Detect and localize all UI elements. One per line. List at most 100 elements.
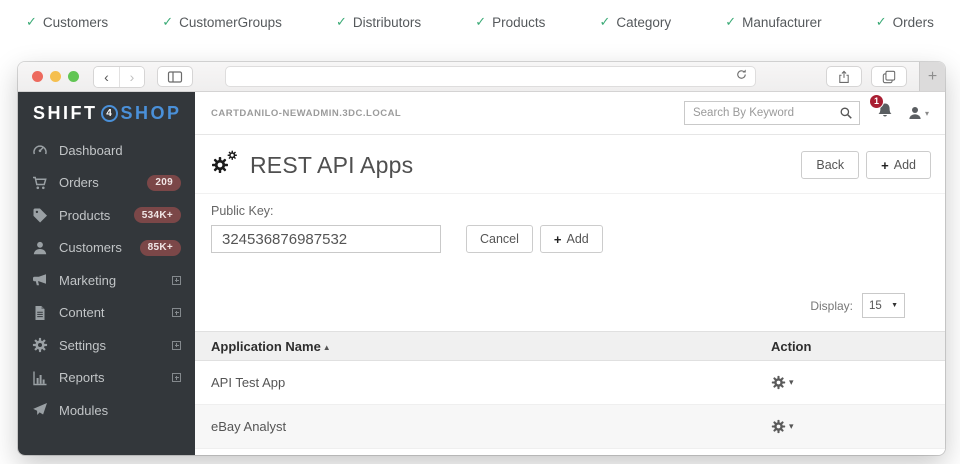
expand-icon[interactable] [172, 308, 181, 317]
check-item-customergroups[interactable]: ✓ CustomerGroups [162, 14, 282, 30]
check-item-distributors[interactable]: ✓ Distributors [336, 14, 421, 30]
public-key-label: Public Key: [211, 204, 929, 218]
back-button[interactable]: Back [801, 151, 859, 179]
column-label: Action [771, 339, 811, 354]
check-item-orders[interactable]: ✓ Orders [876, 14, 934, 30]
row-action-menu[interactable]: ▾ [771, 375, 945, 390]
public-key-input[interactable] [211, 225, 441, 253]
check-icon: ✓ [475, 14, 486, 30]
notifications-bell-icon[interactable]: 1 [876, 102, 894, 125]
keyword-search [684, 101, 860, 125]
nav-buttons: ‹ › [93, 66, 145, 88]
customers-count-badge: 85K+ [140, 240, 181, 256]
sidebar-item-content[interactable]: Content [18, 297, 195, 330]
user-menu[interactable]: ▾ [907, 105, 929, 121]
minimize-window-button[interactable] [50, 71, 61, 82]
add-button-label: Add [894, 158, 916, 172]
check-item-label: Customers [43, 15, 108, 30]
shift4shop-logo[interactable]: SHIFT 4 SHOP [18, 92, 195, 134]
logo-text-shop: SHOP [121, 103, 182, 124]
check-icon: ✓ [725, 14, 736, 30]
add-button[interactable]: + Add [866, 151, 931, 179]
table-row: API Test App ▾ [195, 361, 945, 405]
display-value: 15 [869, 300, 882, 312]
breadcrumb: CARTDANILO-NEWADMIN.3DC.LOCAL [211, 108, 401, 119]
window-controls [32, 71, 79, 82]
sidebar-item-settings[interactable]: Settings [18, 329, 195, 362]
page-title: REST API Apps [250, 152, 413, 179]
cancel-button-label: Cancel [480, 232, 519, 246]
check-item-category[interactable]: ✓ Category [599, 14, 671, 30]
display-select[interactable]: 15 ▼ [862, 293, 905, 318]
table-row: eBay Analyst ▾ [195, 405, 945, 449]
check-item-manufacturer[interactable]: ✓ Manufacturer [725, 14, 821, 30]
products-count-badge: 534K+ [134, 207, 181, 223]
search-icon[interactable] [833, 102, 859, 124]
display-label: Display: [810, 299, 853, 313]
zoom-window-button[interactable] [68, 71, 79, 82]
check-item-customers[interactable]: ✓ Customers [26, 14, 108, 30]
chevron-down-icon: ▾ [925, 109, 929, 118]
browser-window: ‹ › [18, 62, 945, 455]
refresh-icon[interactable] [735, 68, 748, 86]
app-name-cell: API Test App [195, 361, 755, 405]
sidebar-item-label: Products [59, 208, 110, 223]
close-window-button[interactable] [32, 71, 43, 82]
tab-overview-icon[interactable] [871, 66, 907, 87]
check-item-label: Category [616, 15, 671, 30]
new-tab-button[interactable]: + [919, 62, 945, 91]
form-add-button[interactable]: + Add [540, 225, 603, 253]
api-apps-table: Application Name▲ Action API Test App [195, 331, 945, 449]
checklist-strip: ✓ Customers ✓ CustomerGroups ✓ Distribut… [0, 0, 960, 44]
sidebar-item-marketing[interactable]: Marketing [18, 264, 195, 297]
expand-icon[interactable] [172, 341, 181, 350]
display-count-control: Display: 15 ▼ [195, 253, 945, 331]
sidebar-item-label: Orders [59, 175, 99, 190]
check-item-products[interactable]: ✓ Products [475, 14, 545, 30]
check-item-label: Orders [893, 15, 934, 30]
check-icon: ✓ [336, 14, 347, 30]
orders-count-badge: 209 [147, 175, 181, 191]
check-icon: ✓ [876, 14, 887, 30]
sidebar-item-label: Settings [59, 338, 106, 353]
user-icon [907, 105, 923, 121]
sidebar-item-modules[interactable]: Modules [18, 394, 195, 427]
share-icon[interactable] [826, 66, 862, 87]
check-item-label: Distributors [353, 15, 421, 30]
logo-text-shift: SHIFT [33, 103, 98, 124]
tag-icon [32, 207, 48, 223]
plus-icon: + [928, 68, 937, 86]
megaphone-icon [32, 272, 48, 288]
cancel-button[interactable]: Cancel [466, 225, 533, 253]
document-icon [32, 305, 48, 321]
select-caret-icon: ▼ [891, 302, 898, 309]
check-icon: ✓ [162, 14, 173, 30]
sidebar-item-customers[interactable]: Customers 85K+ [18, 232, 195, 265]
sidebar-item-reports[interactable]: Reports [18, 362, 195, 395]
sidebar-item-label: Dashboard [59, 143, 123, 158]
check-item-label: Products [492, 15, 545, 30]
app-name-cell: eBay Analyst [195, 405, 755, 449]
row-action-menu[interactable]: ▾ [771, 419, 945, 434]
table-header-row: Application Name▲ Action [195, 332, 945, 361]
column-application-name[interactable]: Application Name▲ [195, 332, 755, 361]
sidebar-toggle-icon[interactable] [157, 66, 193, 87]
sidebar-item-label: Modules [59, 403, 108, 418]
forward-icon[interactable]: › [119, 67, 144, 87]
bar-chart-icon [32, 370, 48, 386]
sidebar-item-dashboard[interactable]: Dashboard [18, 134, 195, 167]
address-bar[interactable] [225, 66, 756, 87]
sidebar-item-orders[interactable]: Orders 209 [18, 167, 195, 200]
rocket-icon [32, 402, 48, 418]
admin-sidebar: SHIFT 4 SHOP Dashboard [18, 92, 195, 455]
sort-asc-icon: ▲ [323, 343, 331, 352]
back-icon[interactable]: ‹ [94, 67, 119, 87]
expand-icon[interactable] [172, 276, 181, 285]
cart-icon [32, 175, 48, 191]
expand-icon[interactable] [172, 373, 181, 382]
sidebar-item-products[interactable]: Products 534K+ [18, 199, 195, 232]
search-input[interactable] [685, 107, 833, 119]
sidebar-item-label: Marketing [59, 273, 116, 288]
chevron-down-icon: ▾ [789, 377, 794, 388]
check-icon: ✓ [26, 14, 37, 30]
